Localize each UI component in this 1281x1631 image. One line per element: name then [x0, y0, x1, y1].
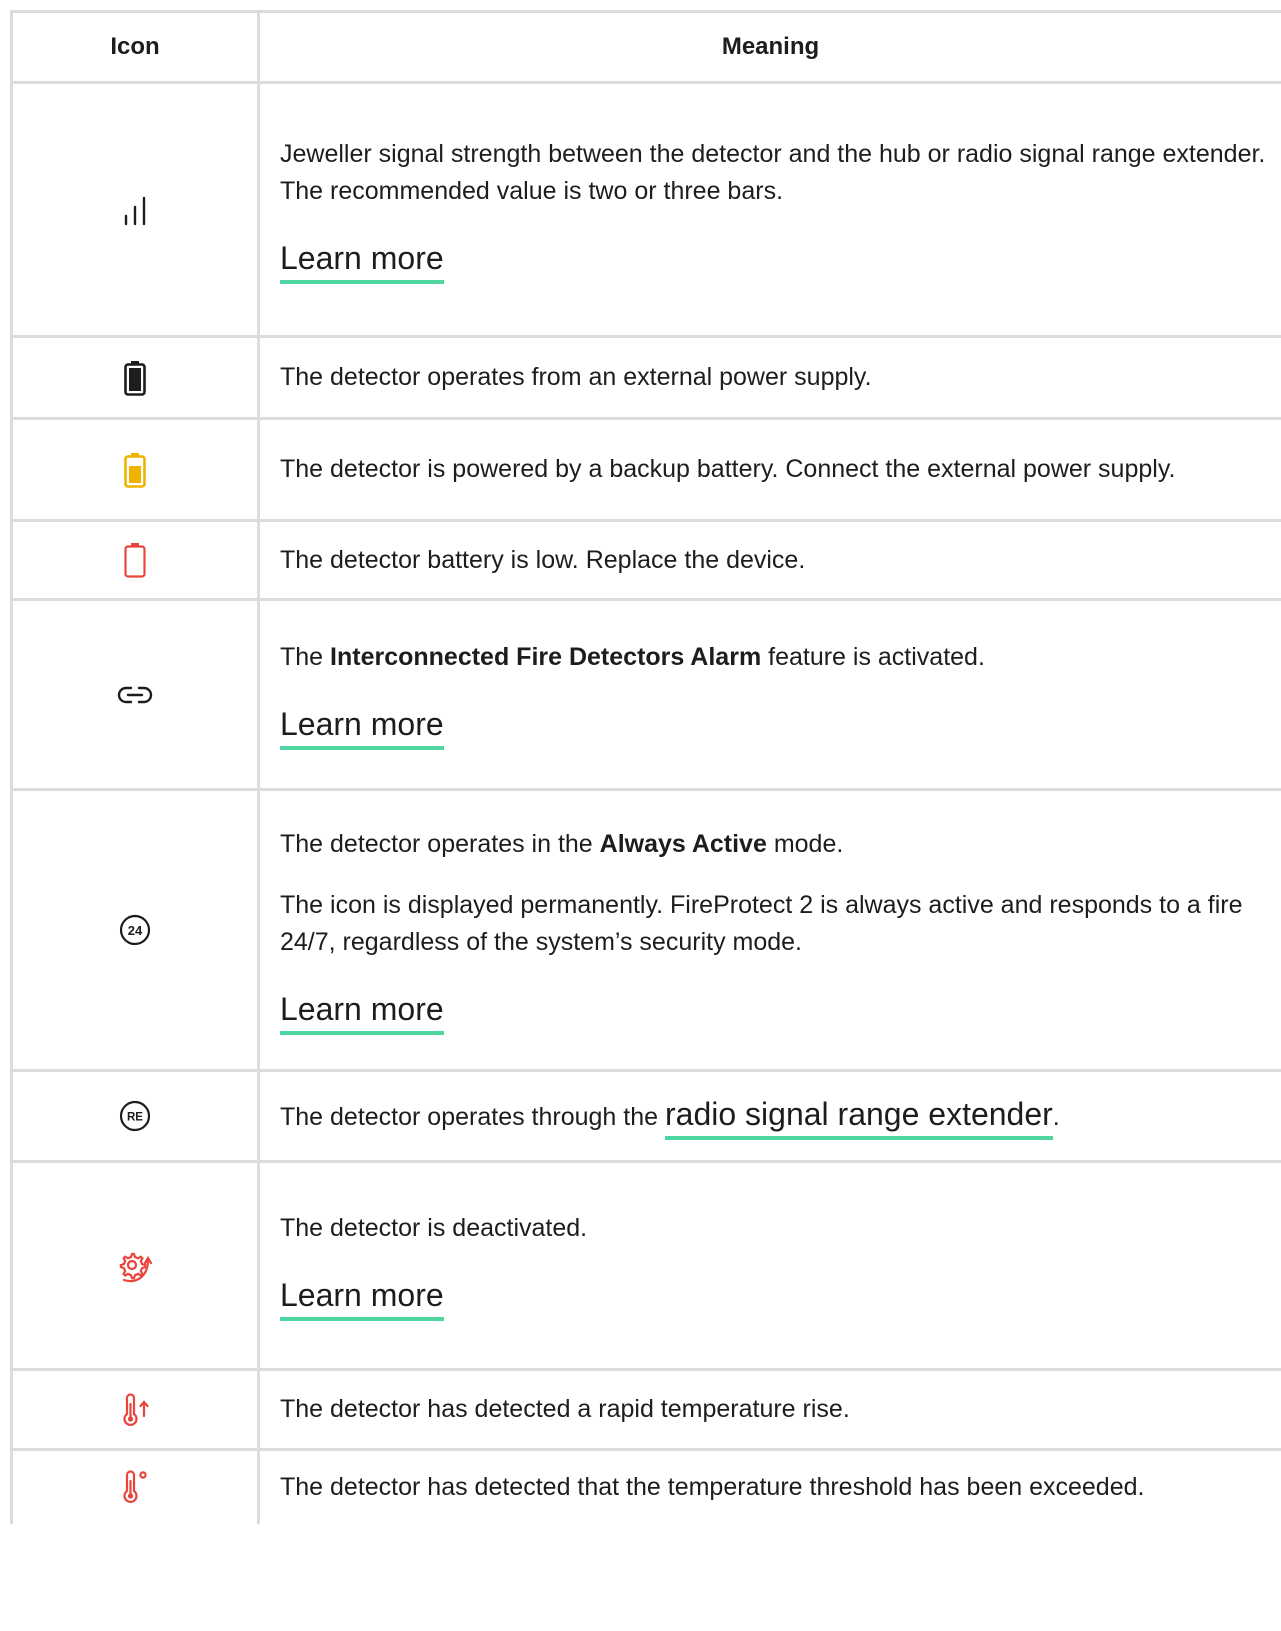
svg-text:RE: RE	[127, 1112, 143, 1124]
signal-strength-icon	[115, 190, 155, 230]
svg-text:24: 24	[128, 923, 143, 938]
battery-low-icon	[123, 542, 147, 578]
range-extender-icon: RE	[117, 1098, 153, 1134]
table-row: The detector is deactivated. Learn more	[10, 1160, 1281, 1371]
always-active-24-icon: 24	[117, 912, 153, 948]
table-row: RE The detector operates through the rad…	[10, 1069, 1281, 1163]
deactivated-gear-icon	[115, 1246, 155, 1286]
row-description: The detector is powered by a backup batt…	[280, 455, 1176, 483]
row-description: The detector has detected a rapid temper…	[280, 1395, 850, 1423]
table-row: The detector battery is low. Replace the…	[10, 519, 1281, 601]
learn-more-link[interactable]: Learn more	[280, 238, 444, 284]
row-description: Jeweller signal strength between the det…	[280, 139, 1266, 205]
row-description: The detector operates from an external p…	[280, 363, 872, 391]
learn-more-link[interactable]: Learn more	[280, 704, 444, 750]
table-row: Jeweller signal strength between the det…	[10, 81, 1281, 338]
learn-more-link[interactable]: Learn more	[280, 989, 444, 1035]
row-description: The detector operates in the Always Acti…	[280, 829, 844, 858]
table-row: 24 The detector operates in the Always A…	[10, 788, 1281, 1072]
interconnect-link-icon	[115, 680, 155, 710]
table-row: The detector operates from an external p…	[10, 335, 1281, 420]
temperature-rise-icon	[117, 1392, 153, 1428]
table-row: The detector has detected that the tempe…	[10, 1448, 1281, 1524]
row-description: The detector has detected that the tempe…	[280, 1472, 1145, 1501]
battery-full-icon	[123, 360, 147, 396]
row-description: The Interconnected Fire Detectors Alarm …	[280, 643, 985, 671]
row-description-detail: The icon is displayed permanently. FireP…	[280, 890, 1243, 956]
meaning-column-header: Meaning	[257, 10, 1281, 84]
table-row: The detector is powered by a backup batt…	[10, 417, 1281, 522]
temperature-threshold-icon	[117, 1469, 153, 1505]
feature-name: Interconnected Fire Detectors Alarm	[330, 643, 762, 671]
learn-more-link[interactable]: Learn more	[280, 1275, 444, 1321]
table-row: The Interconnected Fire Detectors Alarm …	[10, 598, 1281, 791]
row-description: The detector operates through the radio …	[280, 1096, 1281, 1140]
mode-name: Always Active	[599, 829, 767, 858]
row-description: The detector battery is low. Replace the…	[280, 545, 806, 574]
table-header-row: Icon Meaning	[10, 10, 1281, 84]
icon-meaning-table: Icon Meaning Jeweller signal strength be…	[10, 10, 1281, 1524]
battery-backup-icon	[123, 452, 147, 488]
icon-column-header: Icon	[10, 10, 260, 84]
table-row: The detector has detected a rapid temper…	[10, 1368, 1281, 1451]
row-description: The detector is deactivated.	[280, 1214, 588, 1242]
range-extender-link[interactable]: radio signal range extender	[664, 1096, 1053, 1140]
